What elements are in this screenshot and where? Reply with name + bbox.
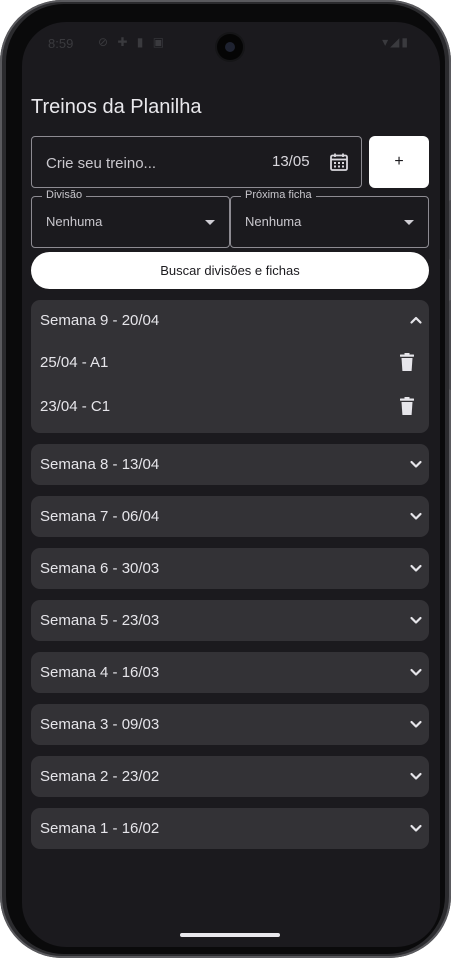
trash-icon[interactable] xyxy=(399,353,415,372)
workout-date[interactable]: 13/05 xyxy=(272,153,310,170)
week-card: Semana 2 - 23/02 xyxy=(31,756,429,797)
chevron-down-icon xyxy=(410,772,422,780)
week-label: Semana 8 - 13/04 xyxy=(40,456,160,473)
week-header[interactable]: Semana 2 - 23/02 xyxy=(31,756,429,797)
chevron-up-icon xyxy=(410,316,422,324)
week-card: Semana 8 - 13/04 xyxy=(31,444,429,485)
new-workout-field[interactable]: 13/05 xyxy=(31,136,362,188)
workout-label: 23/04 - C1 xyxy=(40,398,111,415)
week-card: Semana 5 - 23/03 xyxy=(31,600,429,641)
search-divisions-button[interactable]: Buscar divisões e fichas xyxy=(31,252,429,289)
front-camera xyxy=(217,34,243,60)
week-items: 25/04 - A1 23/04 - C1 xyxy=(31,341,429,433)
division-value: Nenhuma xyxy=(46,214,103,229)
week-header[interactable]: Semana 5 - 23/03 xyxy=(31,600,429,641)
calendar-icon[interactable] xyxy=(329,152,349,172)
page-title: Treinos da Planilha xyxy=(31,96,202,118)
week-label: Semana 9 - 20/04 xyxy=(40,312,160,329)
phone-frame: 8:59 ⊘ ✚ ▮ ▣ ▾◢▮ Treinos da Planilha 13/… xyxy=(0,0,451,958)
week-card: Semana 1 - 16/02 xyxy=(31,808,429,849)
division-select[interactable]: Divisão Nenhuma xyxy=(31,189,230,248)
week-header[interactable]: Semana 9 - 20/04 xyxy=(31,300,429,341)
week-card: Semana 6 - 30/03 xyxy=(31,548,429,589)
chevron-down-icon xyxy=(410,616,422,624)
chevron-down-icon xyxy=(410,564,422,572)
week-card: Semana 4 - 16/03 xyxy=(31,652,429,693)
week-label: Semana 3 - 09/03 xyxy=(40,716,160,733)
add-workout-button[interactable]: + xyxy=(369,136,429,188)
division-legend: Divisão xyxy=(42,189,87,201)
workout-item[interactable]: 23/04 - C1 xyxy=(31,385,429,429)
workout-name-input[interactable] xyxy=(46,151,246,175)
week-header[interactable]: Semana 6 - 30/03 xyxy=(31,548,429,589)
week-header[interactable]: Semana 3 - 09/03 xyxy=(31,704,429,745)
week-card: Semana 7 - 06/04 xyxy=(31,496,429,537)
week-label: Semana 2 - 23/02 xyxy=(40,768,160,785)
phone-bezel: 8:59 ⊘ ✚ ▮ ▣ ▾◢▮ Treinos da Planilha 13/… xyxy=(6,4,445,954)
dropdown-arrow-icon xyxy=(205,220,215,225)
notification-icons: ⊘ ✚ ▮ ▣ xyxy=(98,35,168,49)
chevron-down-icon xyxy=(410,460,422,468)
next-sheet-value: Nenhuma xyxy=(245,214,302,229)
status-bar: 8:59 ⊘ ✚ ▮ ▣ ▾◢▮ xyxy=(22,22,440,66)
week-card: Semana 3 - 09/03 xyxy=(31,704,429,745)
signal-battery-icons: ▾◢▮ xyxy=(382,35,410,49)
week-header[interactable]: Semana 7 - 06/04 xyxy=(31,496,429,537)
chevron-down-icon xyxy=(410,824,422,832)
week-label: Semana 1 - 16/02 xyxy=(40,820,160,837)
chevron-down-icon xyxy=(410,668,422,676)
weeks-list: Semana 9 - 20/04 25/04 - A1 23/04 - C1 S… xyxy=(31,300,429,860)
chevron-down-icon xyxy=(410,512,422,520)
week-header[interactable]: Semana 4 - 16/03 xyxy=(31,652,429,693)
week-header[interactable]: Semana 1 - 16/02 xyxy=(31,808,429,849)
week-label: Semana 5 - 23/03 xyxy=(40,612,160,629)
workout-label: 25/04 - A1 xyxy=(40,354,109,371)
home-indicator[interactable] xyxy=(180,933,280,937)
trash-icon[interactable] xyxy=(399,397,415,416)
week-label: Semana 4 - 16/03 xyxy=(40,664,160,681)
week-card: Semana 9 - 20/04 25/04 - A1 23/04 - C1 xyxy=(31,300,429,433)
workout-item[interactable]: 25/04 - A1 xyxy=(31,341,429,385)
app-screen: 8:59 ⊘ ✚ ▮ ▣ ▾◢▮ Treinos da Planilha 13/… xyxy=(22,22,440,947)
status-time: 8:59 xyxy=(48,36,74,51)
week-label: Semana 7 - 06/04 xyxy=(40,508,160,525)
chevron-down-icon xyxy=(410,720,422,728)
dropdown-arrow-icon xyxy=(404,220,414,225)
next-sheet-legend: Próxima ficha xyxy=(241,189,316,201)
week-header[interactable]: Semana 8 - 13/04 xyxy=(31,444,429,485)
next-sheet-select[interactable]: Próxima ficha Nenhuma xyxy=(230,189,429,248)
week-label: Semana 6 - 30/03 xyxy=(40,560,160,577)
